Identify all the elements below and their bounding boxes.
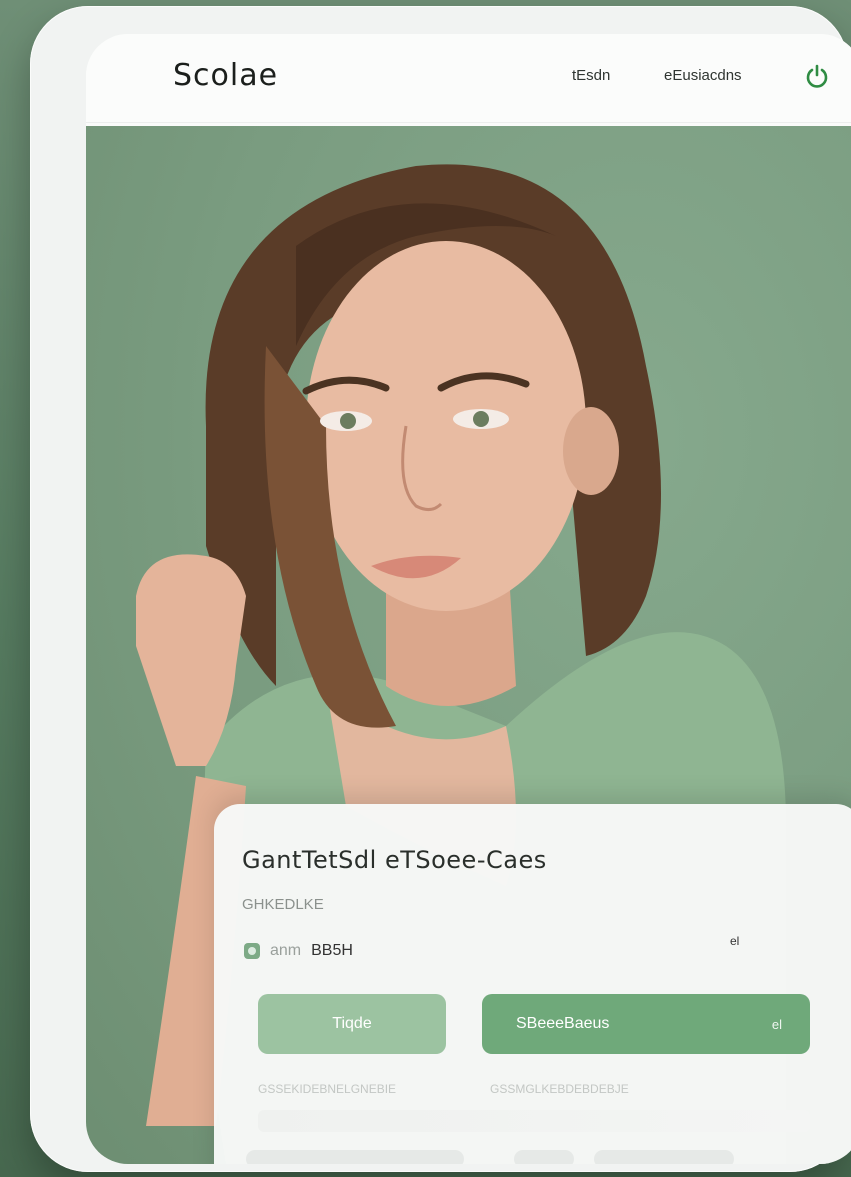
power-icon[interactable] — [803, 63, 831, 91]
device-frame: Scolae tEsdn eEusiacdns GantTetSdl eTSoe… — [30, 6, 851, 1172]
bottom-pill-1[interactable] — [246, 1150, 464, 1164]
secondary-button-trail: el — [771, 1016, 782, 1032]
nav-link-2[interactable]: eEusiacdns — [664, 67, 742, 84]
fine-print-right: GSSMGLKEBDEBDEBJE — [490, 1082, 629, 1096]
indicator-dot: el — [730, 934, 740, 948]
faded-row — [258, 1110, 810, 1132]
card-subtitle: GHKEDLKE — [242, 896, 324, 913]
info-card: GantTetSdl eTSoee-Caes GHKEDLKE anm BB5H… — [214, 804, 851, 1164]
bottom-pill-2[interactable] — [514, 1150, 574, 1164]
meta-row: anm BB5H — [244, 942, 353, 960]
meta-label: anm — [270, 942, 302, 959]
secondary-button[interactable]: SBeeeBaeus el — [482, 994, 810, 1054]
tag-icon — [244, 943, 260, 959]
meta-value: BB5H — [311, 942, 353, 959]
brand-logo[interactable]: Scolae — [173, 58, 278, 93]
primary-button[interactable]: Tiqde — [258, 994, 446, 1054]
card-title: GantTetSdl eTSoee-Caes — [242, 846, 547, 874]
bottom-pill-3[interactable] — [594, 1150, 734, 1164]
top-bar: Scolae tEsdn eEusiacdns — [86, 34, 851, 123]
app-screen: Scolae tEsdn eEusiacdns GantTetSdl eTSoe… — [86, 34, 851, 1164]
nav-link-1[interactable]: tEsdn — [572, 67, 610, 84]
secondary-button-label: SBeeeBaeus — [516, 1015, 610, 1032]
fine-print-left: GSSEKIDEBNELGNEBIE — [258, 1082, 397, 1096]
